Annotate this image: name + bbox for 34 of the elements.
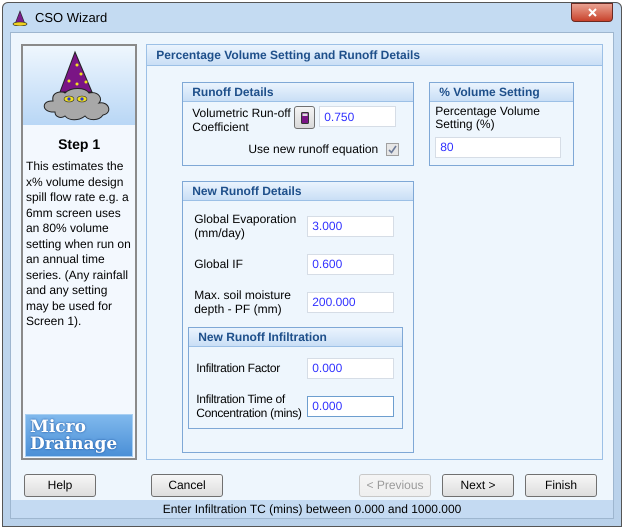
group-title: % Volume Setting <box>430 83 574 102</box>
field-label: Infiltration Factor <box>196 361 281 375</box>
close-icon <box>588 8 596 17</box>
field-label: Infiltration Time of Concentration (mins) <box>196 392 303 420</box>
field-label: Volumetric Run-off Coefficient <box>192 106 292 134</box>
field-label: Percentage Volume Setting (%) <box>435 105 541 131</box>
logo: Micro Drainage <box>25 414 134 457</box>
page-title: Percentage Volume Setting and Runoff Details <box>147 45 602 66</box>
field-label: Max. soil moisture depth - PF (mm) <box>194 288 292 316</box>
value-field[interactable]: 0.000 <box>307 396 394 416</box>
value-field[interactable]: 0.750 <box>319 106 396 127</box>
value-field[interactable]: 0.600 <box>307 254 394 274</box>
wizard-button[interactable]: Next > <box>442 474 514 496</box>
wizard-hat-icon <box>11 10 29 26</box>
calculator-icon <box>300 112 309 124</box>
step-title: Step 1 <box>57 135 102 154</box>
value-field[interactable]: 0.000 <box>307 358 394 378</box>
field-label: Global IF <box>194 257 244 271</box>
close-button[interactable] <box>571 3 613 22</box>
status-text: Enter Infiltration TC (mins) between 0.000 and 1000.000 <box>162 501 462 518</box>
step-description: This estimates the x% volume design spill flow rate e.g. a 6mm screen uses an 80% volume setting when run on an annual time series. (Any rainfall and any setting may be used for Screen 1). <box>25 159 132 330</box>
wizard-button[interactable]: Cancel <box>151 474 223 496</box>
group-title: New Runoff Infiltration <box>189 328 402 347</box>
value-field[interactable]: 200.000 <box>307 292 394 312</box>
calculator-button[interactable] <box>294 106 316 129</box>
value-field[interactable]: 80 <box>435 136 562 158</box>
value-field[interactable]: 3.000 <box>307 216 394 236</box>
wizard-button[interactable]: Finish <box>525 474 597 496</box>
checkbox-label: Use new runoff equation <box>248 141 378 158</box>
group-title: Runoff Details <box>183 83 414 102</box>
group-title: New Runoff Details <box>183 182 414 201</box>
window-title: CSO Wizard <box>35 8 108 27</box>
field-label: Global Evaporation (mm/day) <box>194 212 298 240</box>
wizard-button[interactable]: Help <box>24 474 96 496</box>
